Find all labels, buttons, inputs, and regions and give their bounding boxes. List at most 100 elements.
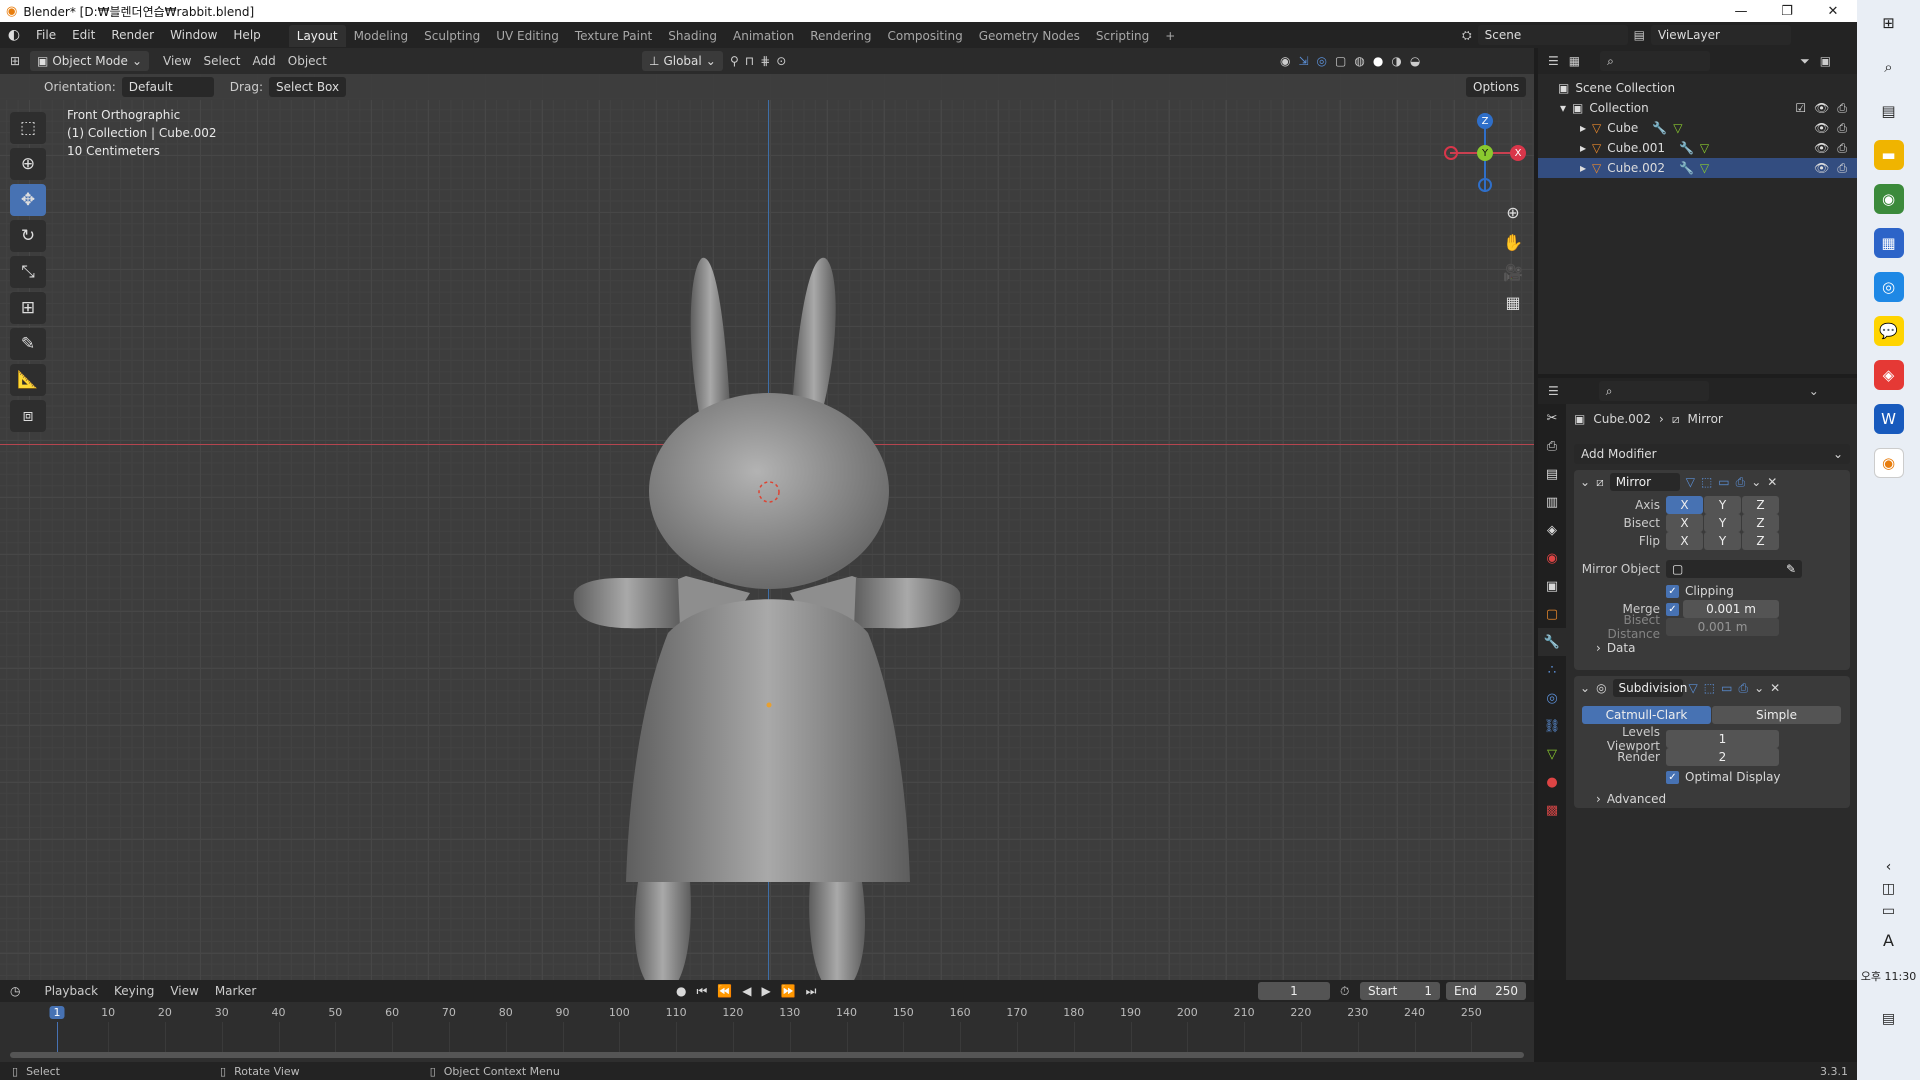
tab-shading[interactable]: Shading	[660, 25, 725, 47]
visibility-icon[interactable]: ◉	[1280, 54, 1290, 68]
timeline-ruler[interactable]: 1 10 20 30 40 50 60 70 80 90 100 110 120 130 140 150 160…	[0, 1002, 1534, 1062]
tab-uv-editing[interactable]: UV Editing	[488, 25, 567, 47]
drag-selector[interactable]: Select Box	[268, 77, 347, 97]
clipping-checkbox[interactable]: ✓	[1666, 584, 1679, 598]
gizmo-icon[interactable]: ⇲	[1298, 54, 1308, 68]
menu-view[interactable]: View	[157, 54, 197, 68]
axis-y-toggle[interactable]: Y	[1704, 496, 1741, 514]
play-reverse-icon[interactable]: ◀	[742, 984, 751, 998]
advanced-subpanel[interactable]: › Advanced	[1574, 788, 1850, 810]
search-icon[interactable]: ⌕	[1874, 52, 1904, 82]
data-tab-icon[interactable]: ▽	[1538, 740, 1566, 768]
outliner-object-row[interactable]: ▸ ▽ Cube.001 🔧 ▽ 👁 ⎙	[1538, 138, 1857, 158]
optimal-display-checkbox[interactable]: ✓	[1666, 770, 1679, 784]
3d-viewport[interactable]: ⊞ ▣ Object Mode ⌄ View Select Add Object ⊥…	[0, 48, 1534, 980]
simple-toggle[interactable]: Simple	[1712, 706, 1841, 724]
render-toggle-icon[interactable]: ⎙	[1738, 681, 1748, 696]
expand-arrow-icon[interactable]: ▸	[1580, 141, 1586, 155]
menu-playback[interactable]: Playback	[38, 984, 104, 998]
chrome-icon[interactable]: ◉	[1873, 184, 1904, 214]
expand-arrow-icon[interactable]: ▾	[1560, 101, 1566, 115]
restore-button[interactable]: ❐	[1764, 0, 1810, 22]
editor-type-icon[interactable]: ☰	[1548, 384, 1559, 398]
render-levels-field[interactable]: 2	[1666, 748, 1779, 766]
timeline-scrollbar[interactable]	[10, 1052, 1524, 1058]
mirror-object-field[interactable]: ▢ ✎	[1666, 560, 1802, 578]
next-keyframe-icon[interactable]: ⏩	[781, 984, 796, 998]
jump-start-icon[interactable]: ⏮	[696, 984, 707, 999]
file-explorer-icon[interactable]: ▬	[1873, 140, 1904, 170]
bisect-x-toggle[interactable]: X	[1666, 514, 1703, 532]
gizmo-x-axis[interactable]: X	[1510, 145, 1526, 161]
rendered-shading-icon[interactable]: ◒	[1410, 54, 1420, 68]
edit-mode-toggle-icon[interactable]: ▽	[1686, 475, 1695, 489]
app-icon[interactable]: ◈	[1873, 360, 1904, 390]
windows-start-icon[interactable]: ⊞	[1874, 8, 1904, 38]
calculator-icon[interactable]: ▦	[1873, 228, 1904, 258]
tab-geometry-nodes[interactable]: Geometry Nodes	[971, 25, 1088, 47]
snap-target-icon[interactable]: ⋕	[760, 54, 770, 68]
viewport-toggle-icon[interactable]: ▭	[1721, 681, 1732, 695]
tab-animation[interactable]: Animation	[725, 25, 802, 47]
close-button[interactable]: ✕	[1810, 0, 1856, 22]
modifier-tab-icon[interactable]: 🔧	[1538, 628, 1566, 656]
proportional-edit-icon[interactable]: ⊙	[776, 54, 786, 68]
constraints-tab-icon[interactable]: ⛓	[1538, 712, 1566, 740]
outliner-search-input[interactable]: ⌕	[1600, 51, 1711, 71]
collapse-arrow-icon[interactable]: ⌄	[1580, 681, 1590, 695]
blender-taskbar-icon[interactable]: ◉	[1873, 448, 1904, 478]
menu-view[interactable]: View	[164, 984, 204, 998]
mode-selector[interactable]: ▣ Object Mode ⌄	[30, 51, 149, 71]
filter-icon[interactable]: ⏷	[1800, 54, 1810, 69]
notification-icon[interactable]: ▤	[1857, 1008, 1920, 1030]
options-button[interactable]: Options	[1466, 77, 1527, 97]
delete-modifier-icon[interactable]: ✕	[1770, 681, 1780, 695]
viewport-toggle-icon[interactable]: ▭	[1718, 475, 1729, 489]
solid-shading-icon[interactable]: ●	[1373, 54, 1383, 68]
menu-render[interactable]: Render	[103, 22, 162, 48]
editor-type-icon[interactable]: ☰	[1548, 54, 1559, 68]
menu-file[interactable]: File	[28, 22, 64, 48]
scale-icon[interactable]: ⤡	[10, 256, 46, 288]
expand-arrow-icon[interactable]: ▸	[1580, 161, 1586, 175]
blender-menu-icon[interactable]: ◐	[0, 27, 28, 43]
eyedropper-icon[interactable]: ✎	[1786, 562, 1796, 576]
pivot-icon[interactable]: ⚲	[730, 54, 739, 68]
cursor-icon[interactable]: ⊕	[10, 148, 46, 180]
annotate-icon[interactable]: ✎	[10, 328, 46, 360]
word-icon[interactable]: W	[1873, 404, 1904, 434]
world-tab-icon[interactable]: ◉	[1538, 544, 1566, 572]
menu-select[interactable]: Select	[197, 54, 246, 68]
menu-add[interactable]: Add	[247, 54, 282, 68]
render-toggle-icon[interactable]: ⎙	[1736, 475, 1746, 490]
menu-window[interactable]: Window	[162, 22, 225, 48]
overlay-icon[interactable]: ◎	[1317, 54, 1327, 68]
add-cube-icon[interactable]: ⧈	[10, 400, 46, 432]
tab-scripting[interactable]: Scripting	[1088, 25, 1157, 47]
jump-end-icon[interactable]: ⏭	[806, 984, 817, 999]
texture-tab-icon[interactable]: ▩	[1538, 796, 1566, 824]
editor-type-icon[interactable]: ⊞	[0, 54, 30, 68]
bisect-distance-field[interactable]: 0.001 m	[1666, 618, 1779, 636]
menu-help[interactable]: Help	[225, 22, 268, 48]
bisect-z-toggle[interactable]: Z	[1742, 514, 1779, 532]
material-shading-icon[interactable]: ◑	[1391, 54, 1401, 68]
wireframe-shading-icon[interactable]: ◍	[1354, 54, 1364, 68]
new-collection-icon[interactable]: ▣	[1820, 54, 1831, 68]
cage-toggle-icon[interactable]: ⬚	[1701, 475, 1712, 489]
kakaotalk-icon[interactable]: 💬	[1873, 316, 1904, 346]
transform-orientation-selector[interactable]: ⊥ Global ⌄	[642, 51, 723, 71]
view-layer-tab-icon[interactable]: ▥	[1538, 488, 1566, 516]
rabbit-model[interactable]	[560, 198, 980, 980]
merge-distance-field[interactable]: 0.001 m	[1683, 600, 1779, 618]
scene-selector[interactable]: Scene	[1477, 25, 1628, 45]
stopwatch-icon[interactable]: ⏱	[1340, 984, 1349, 999]
clock-icon[interactable]: ◷	[10, 984, 20, 998]
end-frame-field[interactable]: End 250	[1446, 982, 1526, 1000]
add-modifier-button[interactable]: Add Modifier ⌄	[1574, 444, 1850, 464]
eye-icon[interactable]: 👁	[1814, 141, 1829, 156]
output-tab-icon[interactable]: ▤	[1538, 460, 1566, 488]
merge-checkbox[interactable]: ✓	[1666, 602, 1679, 616]
outliner-object-row[interactable]: ▸ ▽ Cube 🔧 ▽ 👁 ⎙	[1538, 118, 1857, 138]
scene-tab-icon[interactable]: ◈	[1538, 516, 1566, 544]
